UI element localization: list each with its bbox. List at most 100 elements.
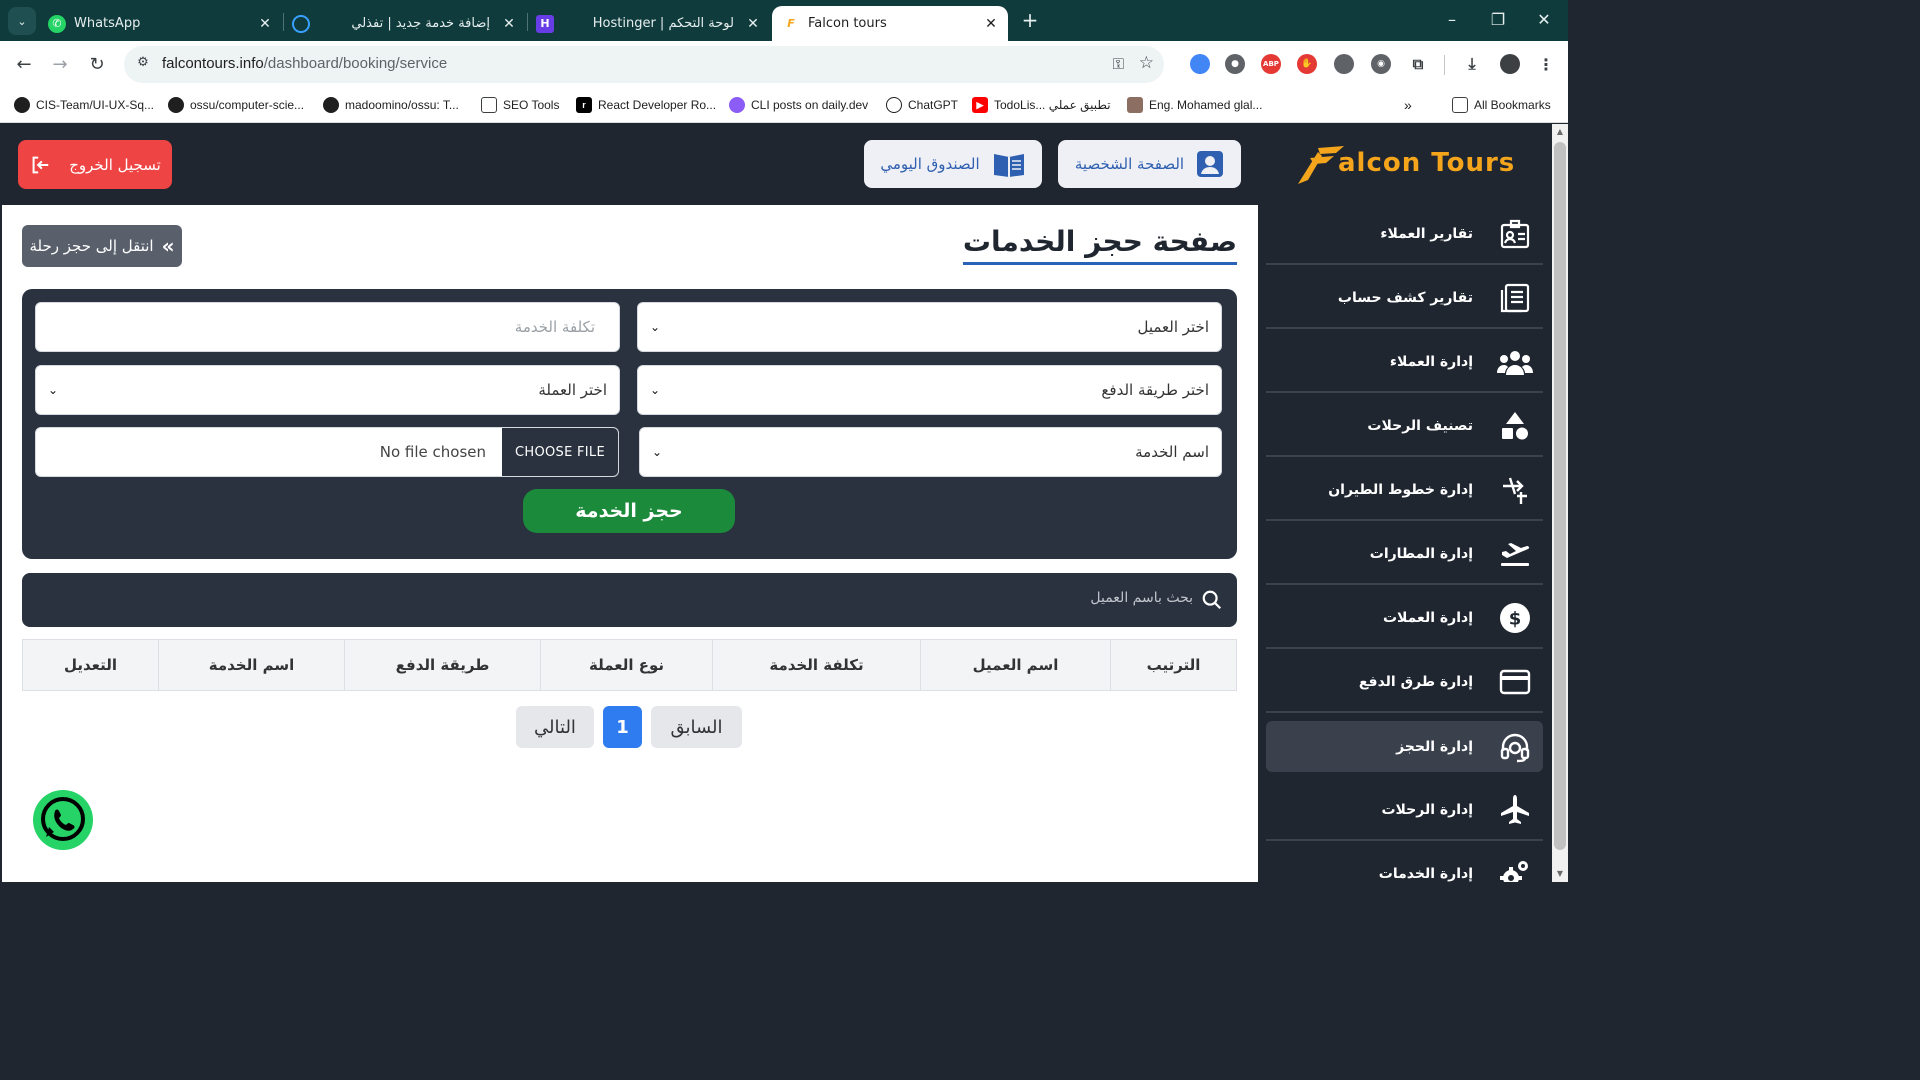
- download-icon[interactable]: ⤓: [1462, 54, 1482, 74]
- credit-card-icon: [1497, 664, 1533, 700]
- scroll-up-icon[interactable]: ▲: [1552, 124, 1568, 140]
- service-cost-placeholder: تكلفة الخدمة: [514, 318, 595, 336]
- next-page-button[interactable]: التالي: [516, 706, 594, 748]
- close-icon[interactable]: ✕: [982, 16, 1000, 32]
- more-bookmarks-icon[interactable]: »: [1404, 95, 1412, 115]
- sidebar-item-statement-reports[interactable]: تقارير كشف حساب: [1266, 269, 1543, 329]
- all-bookmarks[interactable]: All Bookmarks: [1452, 95, 1551, 115]
- sidebar: تقارير العملاء تقارير كشف حساب إدارة الع…: [1258, 205, 1552, 882]
- bookmark-item[interactable]: CLI posts on daily.dev: [729, 95, 868, 115]
- service-cost-input[interactable]: تكلفة الخدمة: [35, 302, 620, 352]
- new-tab-button[interactable]: +: [1018, 8, 1042, 32]
- bookmark-item[interactable]: Eng. Mohamed glal...: [1127, 95, 1262, 115]
- tab-search-button[interactable]: ⌄: [8, 7, 36, 35]
- column-header-order[interactable]: الترتيب: [1110, 640, 1236, 690]
- book-icon: [993, 154, 1024, 177]
- profile-button[interactable]: الصفحة الشخصية: [1058, 140, 1241, 188]
- sidebar-item-trip-categories[interactable]: تصنيف الرحلات: [1266, 397, 1543, 457]
- tab-whatsapp[interactable]: ✆ WhatsApp ✕: [48, 6, 274, 41]
- logout-button[interactable]: تسجيل الخروج: [18, 140, 172, 189]
- currency-select[interactable]: اختر العملة ⌄: [35, 365, 620, 415]
- bookmark-folder[interactable]: SEO Tools: [481, 95, 559, 115]
- camera-icon[interactable]: ◉: [1371, 54, 1391, 74]
- bookmark-item[interactable]: ossu/computer-scie...: [168, 95, 304, 115]
- sidebar-item-service-management[interactable]: إدارة الخدمات: [1266, 845, 1543, 882]
- goto-trip-booking-button[interactable]: انتقل إلى حجز رحلة «: [22, 225, 182, 267]
- bookmark-label: All Bookmarks: [1474, 98, 1551, 112]
- daily-box-button[interactable]: الصندوق اليومي: [864, 140, 1042, 188]
- bookmark-item[interactable]: madoomino/ossu: T...: [323, 95, 459, 115]
- bookmark-item[interactable]: r React Developer Ro...: [576, 95, 716, 115]
- adblock-icon[interactable]: ABP: [1261, 54, 1281, 74]
- current-page-button[interactable]: 1: [603, 706, 642, 748]
- close-icon[interactable]: ✕: [256, 16, 274, 32]
- forward-icon[interactable]: →: [47, 52, 73, 78]
- close-window-icon[interactable]: ✕: [1532, 8, 1556, 32]
- site-info-icon[interactable]: ⚙: [134, 55, 152, 73]
- restore-icon[interactable]: ❐: [1486, 8, 1510, 32]
- falcon-tours-logo[interactable]: alcon Tours: [1296, 144, 1516, 186]
- tab-add-service[interactable]: إضافة خدمة جديد | تفذلي ✕: [292, 6, 518, 41]
- toolbar-separator: [1444, 55, 1445, 75]
- bookmark-item[interactable]: CIS-Team/UI-UX-Sq...: [14, 95, 154, 115]
- bookmark-item[interactable]: ChatGPT: [886, 95, 958, 115]
- whatsapp-icon: [33, 790, 93, 850]
- sidebar-item-airlines[interactable]: إدارة خطوط الطيران: [1266, 461, 1543, 521]
- search-input[interactable]: بحث باسم العميل: [1090, 590, 1193, 606]
- sidebar-item-currencies[interactable]: إدارة العملات $: [1266, 589, 1543, 649]
- sidebar-item-booking-management[interactable]: إدارة الحجز: [1266, 721, 1543, 772]
- sidebar-item-airports[interactable]: إدارة المطارات: [1266, 525, 1543, 585]
- sidebar-item-payment-methods[interactable]: إدارة طرق الدفع: [1266, 653, 1543, 713]
- extension-icon[interactable]: [1334, 54, 1354, 74]
- column-header-service-name[interactable]: اسم الخدمة: [158, 640, 344, 690]
- book-service-button[interactable]: حجز الخدمة: [523, 489, 735, 533]
- bookmark-label: React Developer Ro...: [598, 98, 717, 112]
- file-input[interactable]: No file chosen CHOOSE FILE: [35, 427, 619, 477]
- close-icon[interactable]: ✕: [500, 16, 518, 32]
- dollar-icon: $: [1497, 600, 1533, 636]
- double-chevron-left-icon: «: [161, 234, 175, 258]
- scroll-thumb[interactable]: [1554, 142, 1566, 850]
- column-header-client-name[interactable]: اسم العميل: [920, 640, 1110, 690]
- sidebar-item-client-management[interactable]: إدارة العملاء: [1266, 333, 1543, 393]
- column-header-service-cost[interactable]: تكلفة الخدمة: [712, 640, 920, 690]
- column-header-payment-method[interactable]: طريقة الدفع: [344, 640, 540, 690]
- tab-hostinger[interactable]: H Hostinger | لوحة التحكم ✕: [536, 6, 762, 41]
- client-select[interactable]: اختر العميل ⌄: [637, 302, 1222, 352]
- column-header-currency[interactable]: نوع العملة: [540, 640, 712, 690]
- profile-avatar[interactable]: [1500, 54, 1520, 74]
- address-bar[interactable]: ⚙ falcontours.info/dashboard/booking/ser…: [124, 46, 1164, 83]
- menu-icon[interactable]: ⋮: [1536, 54, 1556, 74]
- bookmark-label: TodoLis... تطبيق عملي: [994, 98, 1111, 112]
- key-icon[interactable]: ⚿: [1113, 55, 1124, 73]
- sidebar-item-label: تقارير العملاء: [1380, 226, 1473, 242]
- column-header-edit[interactable]: التعديل: [23, 640, 158, 690]
- extension-icon[interactable]: [1190, 54, 1210, 74]
- star-icon[interactable]: ☆: [1139, 53, 1154, 73]
- whatsapp-float-button[interactable]: [32, 789, 94, 851]
- page-scrollbar[interactable]: ▲ ▼: [1552, 124, 1568, 882]
- search-icon[interactable]: [1201, 589, 1223, 611]
- reload-icon[interactable]: ↻: [84, 52, 110, 78]
- choose-file-button[interactable]: CHOOSE FILE: [502, 428, 618, 476]
- bookmark-item[interactable]: ▶ TodoLis... تطبيق عملي: [972, 95, 1111, 115]
- payment-method-select[interactable]: اختر طريقة الدفع ⌄: [637, 365, 1222, 415]
- service-name-select[interactable]: اسم الخدمة ⌄: [639, 427, 1222, 477]
- main-content: صفحة حجز الخدمات انتقل إلى حجز رحلة « اخ…: [2, 205, 1258, 882]
- tab-falcon-tours[interactable]: F Falcon tours ✕: [772, 6, 1008, 41]
- sidebar-item-trip-management[interactable]: إدارة الرحلات: [1266, 781, 1543, 841]
- scroll-down-icon[interactable]: ▼: [1552, 866, 1568, 882]
- close-icon[interactable]: ✕: [744, 16, 762, 32]
- minimize-icon[interactable]: –: [1440, 8, 1464, 32]
- folder-icon: [1452, 97, 1468, 113]
- chatgpt-icon: [886, 97, 902, 113]
- url-text[interactable]: falcontours.info/dashboard/booking/servi…: [162, 55, 447, 72]
- puzzle-icon[interactable]: ⧉: [1408, 54, 1428, 74]
- sidebar-item-client-reports[interactable]: تقارير العملاء: [1266, 205, 1543, 265]
- previous-page-button[interactable]: السابق: [651, 706, 742, 748]
- hand-extension-icon[interactable]: ✋: [1297, 54, 1317, 74]
- url-path: /dashboard/booking/service: [263, 55, 448, 72]
- bookmark-label: madoomino/ossu: T...: [345, 98, 459, 112]
- back-icon[interactable]: ←: [11, 52, 37, 78]
- record-extension-icon[interactable]: ●: [1225, 54, 1245, 74]
